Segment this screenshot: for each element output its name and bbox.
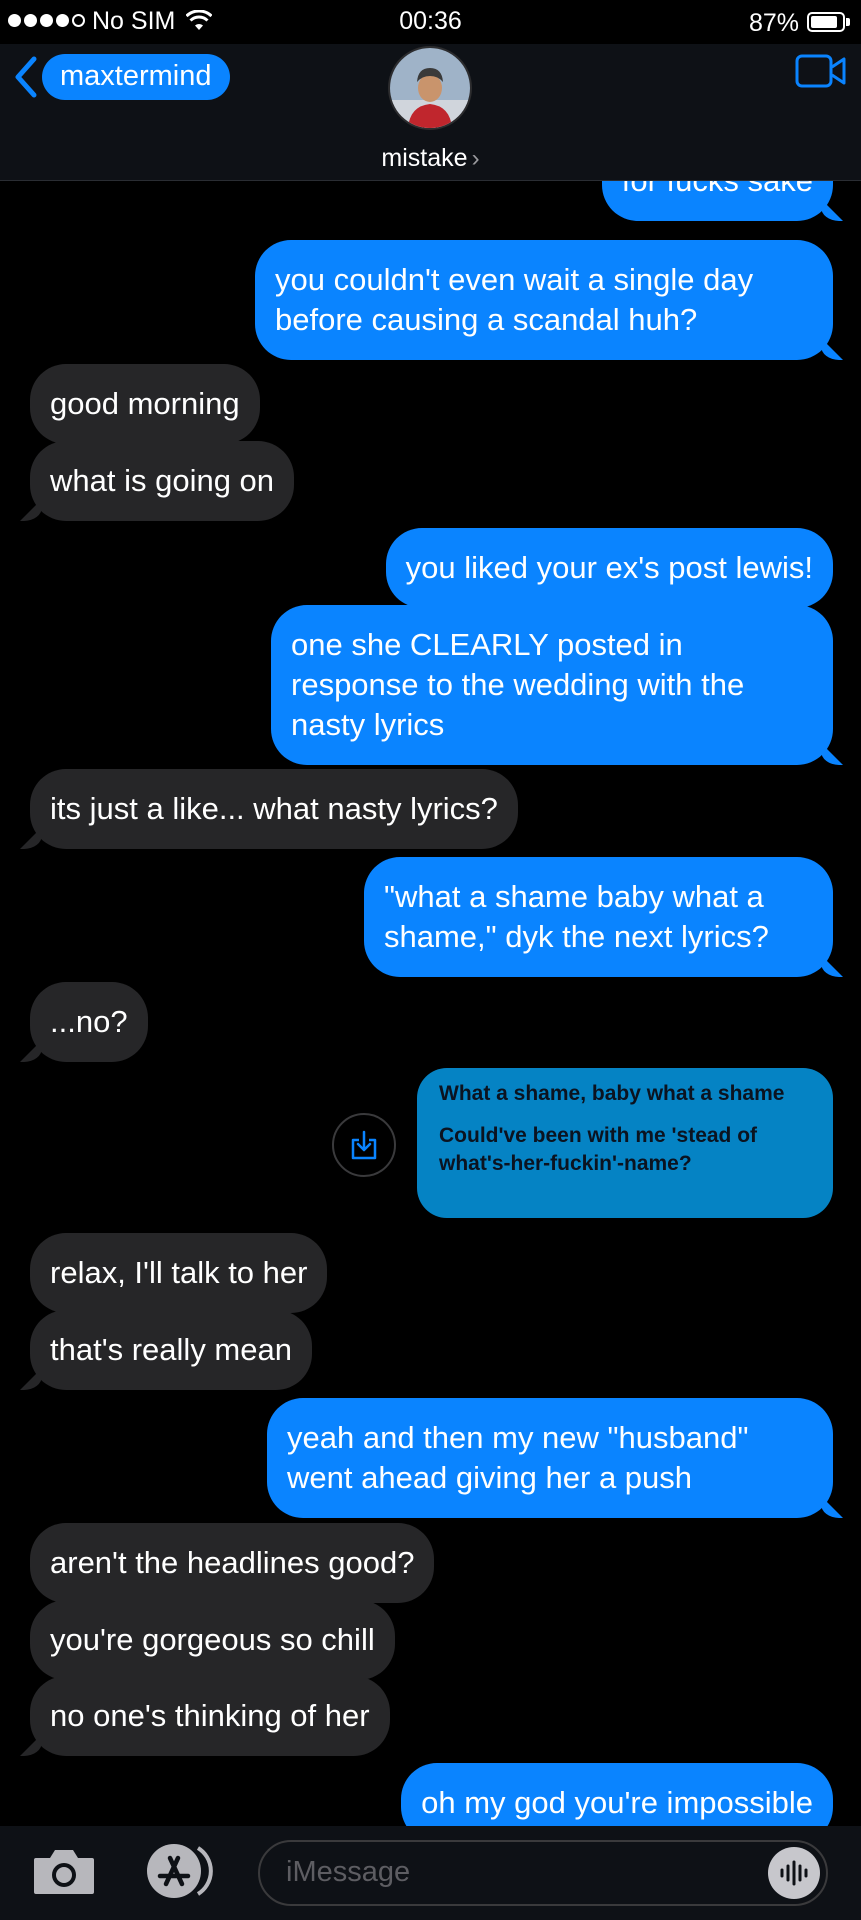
message-bubble-outgoing[interactable]: you couldn't even wait a single day befo… <box>255 240 833 360</box>
message-thread[interactable]: for fucks sake you couldn't even wait a … <box>0 181 861 1826</box>
lyrics-image-attachment[interactable]: What a shame, baby what a shame Could've… <box>417 1068 833 1218</box>
message-bubble-incoming[interactable]: ...no? <box>30 982 148 1062</box>
lyrics-line: What a shame, baby what a shame <box>439 1082 785 1105</box>
message-bubble-incoming[interactable]: relax, I'll talk to her <box>30 1233 328 1313</box>
back-button-label: maxtermind <box>42 54 230 100</box>
save-image-button[interactable] <box>332 1113 396 1177</box>
audio-waveform-icon <box>780 1860 808 1886</box>
back-button[interactable]: maxtermind <box>12 54 230 100</box>
video-camera-icon <box>795 54 846 88</box>
message-bubble-outgoing[interactable]: one she CLEARLY posted in response to th… <box>271 605 833 765</box>
message-bubble-outgoing[interactable]: yeah and then my new "husband" went ahea… <box>267 1398 833 1518</box>
camera-button[interactable] <box>32 1846 96 1901</box>
battery-tip <box>846 18 850 26</box>
message-bubble-incoming[interactable]: aren't the headlines good? <box>30 1523 435 1603</box>
message-bubble-outgoing[interactable]: you liked your ex's post lewis! <box>385 528 833 608</box>
chevron-right-icon: › <box>471 145 480 172</box>
avatar[interactable] <box>388 46 472 130</box>
conversation-header: maxtermind mistake › <box>0 44 861 181</box>
audio-message-button[interactable] <box>768 1847 820 1899</box>
clock: 00:36 <box>399 7 462 35</box>
message-bubble-incoming[interactable]: its just a like... what nasty lyrics? <box>30 769 518 849</box>
message-bubble-incoming[interactable]: no one's thinking of her <box>30 1676 390 1756</box>
input-placeholder: iMessage <box>286 1856 411 1888</box>
message-bubble-incoming[interactable]: you're gorgeous so chill <box>30 1600 395 1680</box>
message-bubble-outgoing[interactable]: "what a shame baby what a shame," dyk th… <box>364 857 833 977</box>
message-bubble-incoming[interactable]: what is going on <box>30 441 295 521</box>
message-bubble-incoming[interactable]: good morning <box>30 364 260 444</box>
contact-name-label: mistake <box>381 144 468 172</box>
message-bubble-outgoing[interactable]: for fucks sake <box>601 181 833 221</box>
chevron-left-icon <box>15 56 37 98</box>
video-call-button[interactable] <box>795 54 847 93</box>
battery-icon <box>807 12 845 32</box>
battery-percentage: 87% <box>748 9 799 37</box>
contact-name[interactable]: mistake › <box>0 144 861 173</box>
app-store-icon <box>147 1844 213 1898</box>
message-bubble-outgoing[interactable]: oh my god you're impossible <box>401 1763 833 1826</box>
camera-icon <box>34 1850 94 1894</box>
message-input-bar: iMessage <box>0 1826 861 1920</box>
lyrics-line: Could've been with me 'stead of what's-h… <box>439 1124 758 1175</box>
status-bar: No SIM 00:36 87% <box>0 0 861 44</box>
app-store-button[interactable] <box>142 1842 216 1905</box>
imessage-input[interactable]: iMessage <box>258 1840 828 1906</box>
message-bubble-incoming[interactable]: that's really mean <box>30 1310 312 1390</box>
download-icon <box>351 1130 377 1160</box>
